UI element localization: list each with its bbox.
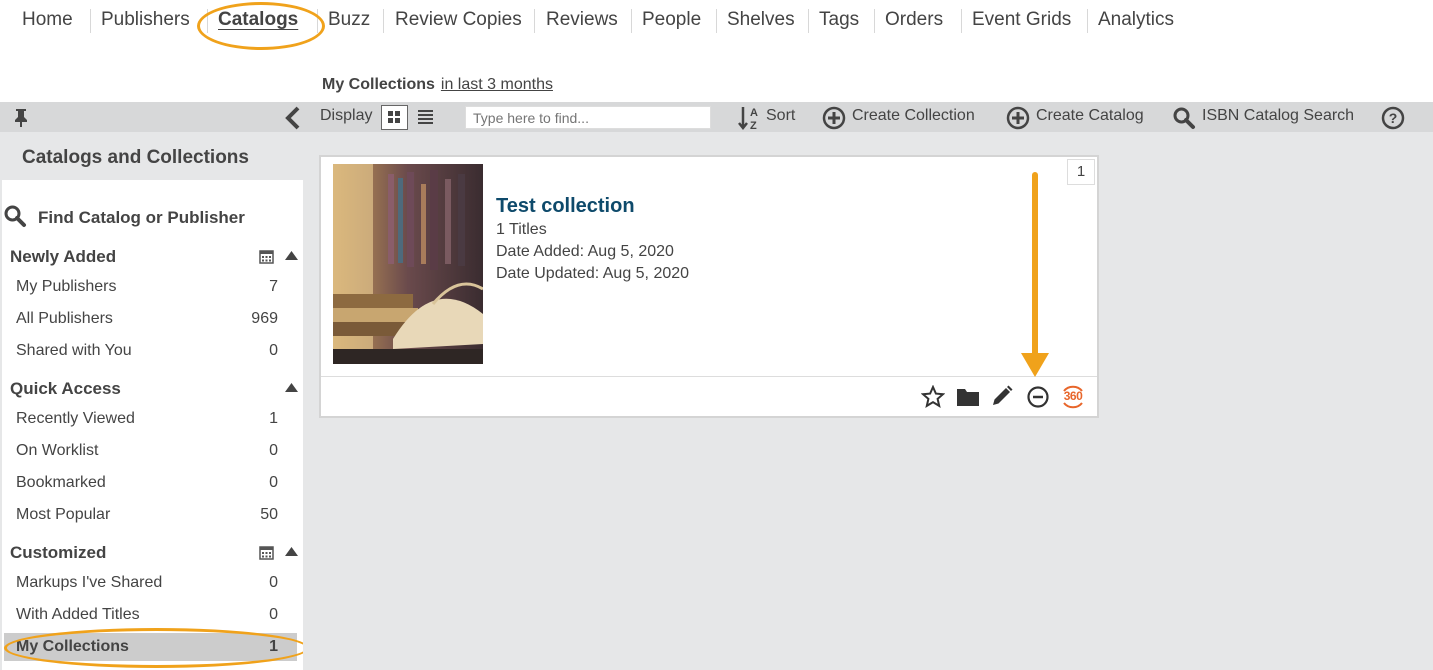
annotation-arrow-head (1021, 353, 1049, 377)
find-input[interactable] (465, 106, 711, 129)
sidebar-item-markups-shared[interactable]: Markups I've Shared (16, 574, 162, 592)
list-view-icon[interactable] (417, 109, 434, 126)
nav-shelves[interactable]: Shelves (727, 9, 795, 31)
nav-home[interactable]: Home (22, 9, 73, 31)
svg-text:Z: Z (750, 120, 757, 131)
sidebar-item-recently-viewed[interactable]: Recently Viewed (16, 410, 135, 428)
pin-icon[interactable] (12, 108, 30, 128)
date-filter-link[interactable]: in last 3 months (441, 76, 553, 93)
count-bookmarked: 0 (269, 474, 278, 491)
find-catalog-or-publisher[interactable]: Find Catalog or Publisher (38, 208, 245, 228)
sidebar-item-on-worklist[interactable]: On Worklist (16, 442, 98, 460)
collection-date-added: Date Added: Aug 5, 2020 (496, 243, 674, 260)
section-newly-added[interactable]: Newly Added (10, 247, 116, 267)
sort-label[interactable]: Sort (766, 107, 795, 125)
calendar-icon[interactable] (259, 545, 274, 560)
nav-tags[interactable]: Tags (819, 9, 859, 31)
nav-publishers[interactable]: Publishers (101, 9, 190, 31)
sort-icon[interactable]: A Z (737, 105, 763, 131)
section-quick-access[interactable]: Quick Access (10, 379, 121, 399)
star-icon[interactable] (921, 385, 945, 409)
collection-card[interactable]: 1 Test collection 1 Titles Date Added: A… (319, 155, 1099, 418)
chevron-left-icon[interactable] (284, 106, 302, 130)
nav-separator (534, 9, 535, 33)
isbn-search-icon[interactable] (1172, 106, 1196, 130)
grid-view-icon[interactable] (381, 105, 408, 130)
nav-reviews[interactable]: Reviews (546, 9, 618, 31)
count-most-popular: 50 (260, 506, 278, 523)
sidebar-item-my-publishers[interactable]: My Publishers (16, 278, 116, 296)
nav-separator (716, 9, 717, 33)
nav-people[interactable]: People (642, 9, 701, 31)
collection-title-count: 1 Titles (496, 221, 547, 238)
calendar-icon[interactable] (259, 249, 274, 264)
nav-separator (90, 9, 91, 33)
sidebar-item-most-popular[interactable]: Most Popular (16, 506, 110, 524)
nav-analytics[interactable]: Analytics (1098, 9, 1174, 31)
svg-text:?: ? (1389, 110, 1398, 126)
create-collection-plus-icon[interactable] (822, 106, 846, 130)
sidebar-item-bookmarked[interactable]: Bookmarked (16, 474, 106, 492)
nav-separator (1087, 9, 1088, 33)
toolbar: Display A Z Sort Create Collection Creat… (0, 102, 1433, 132)
collapse-up-icon[interactable] (285, 547, 298, 556)
360-label: 360 (1063, 389, 1083, 403)
collapse-up-icon[interactable] (285, 383, 298, 392)
svg-text:A: A (750, 107, 758, 119)
create-catalog-plus-icon[interactable] (1006, 106, 1030, 130)
nav-review-copies[interactable]: Review Copies (395, 9, 522, 31)
collection-date-updated: Date Updated: Aug 5, 2020 (496, 265, 690, 282)
create-collection-button[interactable]: Create Collection (852, 107, 975, 125)
count-on-worklist: 0 (269, 442, 278, 459)
collection-title-link[interactable]: Test collection (496, 195, 635, 218)
count-with-added-titles: 0 (269, 606, 278, 623)
collapse-up-icon[interactable] (285, 251, 298, 260)
section-customized[interactable]: Customized (10, 543, 106, 563)
isbn-catalog-search-button[interactable]: ISBN Catalog Search (1202, 107, 1354, 125)
breadcrumb-title: My Collections (322, 76, 435, 93)
nav-separator (961, 9, 962, 33)
sidebar-item-all-publishers[interactable]: All Publishers (16, 310, 113, 328)
nav-orders[interactable]: Orders (885, 9, 943, 31)
count-all-publishers: 969 (251, 310, 278, 327)
sidebar-item-shared-with-you[interactable]: Shared with You (16, 342, 132, 360)
annotation-arrow-shaft (1032, 172, 1038, 360)
help-icon[interactable]: ? (1381, 106, 1405, 130)
count-shared-with-you: 0 (269, 342, 278, 359)
folder-icon[interactable] (956, 386, 980, 408)
nav-event-grids[interactable]: Event Grids (972, 9, 1071, 31)
catalogs-highlight-oval (197, 2, 325, 50)
count-markups-shared: 0 (269, 574, 278, 591)
remove-circle-icon[interactable] (1026, 385, 1050, 409)
my-collections-highlight-oval (4, 628, 309, 668)
nav-separator (383, 9, 384, 33)
display-label: Display (320, 107, 373, 124)
count-my-publishers: 7 (269, 278, 278, 295)
360-icon[interactable]: 360 (1060, 385, 1086, 409)
collection-cover-image[interactable] (333, 164, 483, 364)
create-catalog-button[interactable]: Create Catalog (1036, 107, 1144, 125)
card-divider (321, 376, 1097, 377)
count-recently-viewed: 1 (269, 410, 278, 427)
nav-separator (631, 9, 632, 33)
nav-buzz[interactable]: Buzz (328, 9, 370, 31)
sidebar-item-with-added-titles[interactable]: With Added Titles (16, 606, 140, 624)
nav-separator (874, 9, 875, 33)
sidebar-title: Catalogs and Collections (22, 147, 249, 168)
nav-separator (808, 9, 809, 33)
breadcrumb: My Collections in last 3 months (322, 76, 553, 94)
card-index: 1 (1067, 159, 1095, 185)
pencil-icon[interactable] (990, 384, 1014, 408)
search-icon[interactable] (3, 204, 27, 228)
